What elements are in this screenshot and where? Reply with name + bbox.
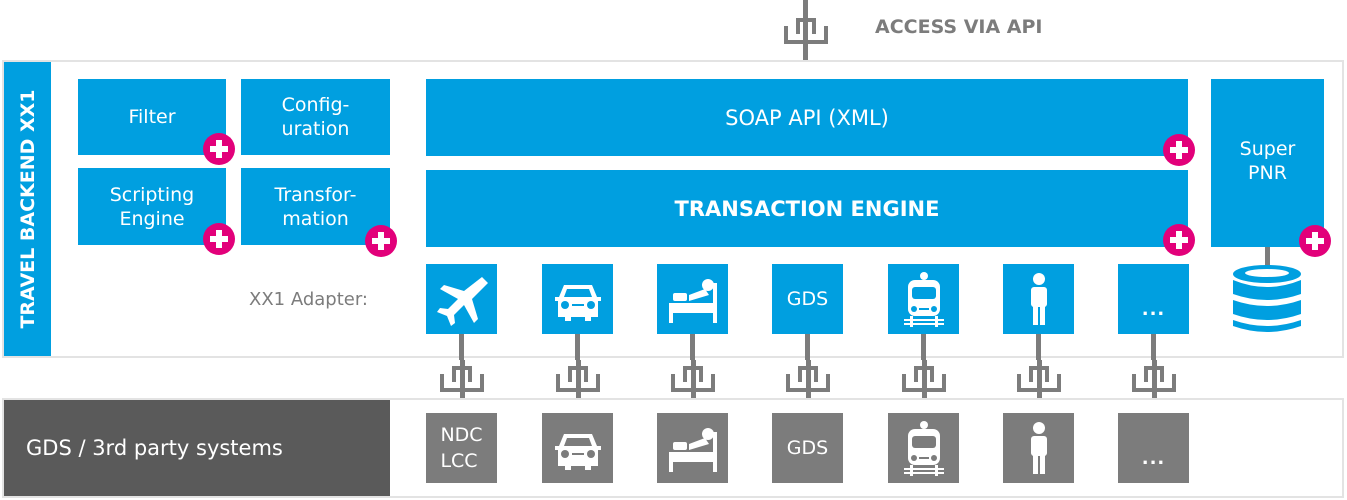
soap-api-label: SOAP API (XML) bbox=[725, 105, 889, 130]
system-bed-tile[interactable] bbox=[657, 413, 728, 483]
connector-icon bbox=[439, 360, 485, 400]
transformation-label: Transfor- mation bbox=[274, 183, 357, 230]
filter-plus-icon[interactable] bbox=[203, 133, 235, 165]
system-more-tile[interactable]: ... bbox=[1118, 413, 1189, 483]
transaction-engine-bar[interactable]: TRANSACTION ENGINE bbox=[426, 170, 1188, 247]
system-person-tile[interactable] bbox=[1003, 413, 1074, 483]
adapter-car-tile[interactable] bbox=[542, 264, 613, 334]
access-via-api-label: ACCESS VIA API bbox=[875, 16, 1043, 38]
system-car-tile[interactable] bbox=[542, 413, 613, 483]
bed-icon bbox=[668, 279, 717, 323]
connector-icon bbox=[1131, 360, 1177, 400]
system-tile-label: GDS bbox=[786, 437, 829, 459]
adapter-tile-label: GDS bbox=[786, 288, 829, 310]
system-tile-label: NDC LCC bbox=[440, 424, 483, 472]
bed-icon bbox=[668, 428, 717, 472]
configuration-module[interactable]: Config- uration bbox=[241, 79, 390, 155]
configuration-label: Config- uration bbox=[281, 94, 350, 140]
adapter-person-tile[interactable] bbox=[1003, 264, 1074, 334]
adapter-train-tile[interactable] bbox=[888, 264, 959, 334]
adapter-label: XX1 Adapter: bbox=[249, 289, 368, 310]
transaction-engine-label: TRANSACTION ENGINE bbox=[674, 196, 940, 221]
travel-backend-label: TRAVEL BACKEND XX1 bbox=[16, 89, 39, 329]
connector-icon bbox=[670, 360, 716, 400]
filter-label: Filter bbox=[128, 106, 176, 128]
person-icon bbox=[1030, 273, 1047, 325]
scripting-plus-icon[interactable] bbox=[203, 223, 235, 255]
adapter-bed-tile[interactable] bbox=[657, 264, 728, 334]
transformation-plus-icon[interactable] bbox=[365, 225, 397, 257]
train-icon bbox=[903, 421, 944, 476]
connector-icon bbox=[901, 360, 947, 400]
system-tile-label: ... bbox=[1141, 448, 1166, 469]
connector-icon bbox=[1016, 360, 1062, 400]
adapter-more-tile[interactable]: ... bbox=[1118, 264, 1189, 334]
airplane-icon bbox=[436, 277, 488, 326]
scripting-engine-label: Scripting Engine bbox=[109, 183, 195, 230]
soap-plus-icon[interactable] bbox=[1163, 134, 1195, 166]
transaction-plus-icon[interactable] bbox=[1163, 224, 1195, 256]
soap-api-bar[interactable]: SOAP API (XML) bbox=[426, 79, 1188, 156]
adapter-airplane-tile[interactable] bbox=[426, 264, 497, 334]
car-icon bbox=[554, 285, 601, 321]
system-gds-tile[interactable]: GDS bbox=[772, 413, 843, 483]
third-party-panel: GDS / 3rd party systems bbox=[4, 400, 390, 496]
car-icon bbox=[554, 434, 601, 470]
api-connector-icon bbox=[784, 18, 828, 44]
super-pnr-label: Super PNR bbox=[1239, 138, 1296, 184]
system-ndc-lcc-tile[interactable]: NDC LCC bbox=[426, 413, 497, 483]
connector-icon bbox=[785, 360, 831, 400]
adapter-tile-label: ... bbox=[1141, 299, 1166, 320]
connector-icon bbox=[555, 360, 601, 400]
adapter-gds-tile[interactable]: GDS bbox=[772, 264, 843, 334]
system-train-tile[interactable] bbox=[888, 413, 959, 483]
database-icon bbox=[1233, 265, 1301, 332]
super-pnr-module[interactable]: Super PNR bbox=[1211, 79, 1324, 247]
travel-backend-sidebar: TRAVEL BACKEND XX1 bbox=[4, 62, 51, 356]
third-party-label: GDS / 3rd party systems bbox=[26, 436, 283, 460]
person-icon bbox=[1030, 422, 1047, 474]
train-icon bbox=[903, 272, 944, 327]
super-pnr-plus-icon[interactable] bbox=[1299, 225, 1331, 257]
